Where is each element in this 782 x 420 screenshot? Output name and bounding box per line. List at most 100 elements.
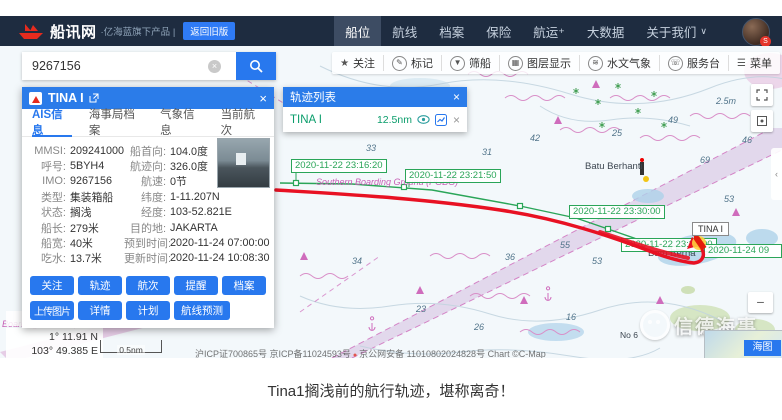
funnel-icon: ▼ [450, 56, 465, 71]
mmsi-value: 209241000 [70, 145, 124, 157]
map-attribution: 沪ICP证700865号 京ICP备11024593号●京公网安备 110108… [195, 347, 546, 358]
route-forecast-button[interactable]: 航线预测 [174, 301, 230, 320]
nav-item-shipping-plus[interactable]: 航运⁺ [522, 16, 576, 46]
longitude-readout: 103° 49.385 E [6, 344, 98, 358]
toolbar-menu[interactable]: ☰菜单 [728, 55, 780, 71]
destination-value: JAKARTA [170, 222, 218, 234]
map-controls [751, 84, 773, 132]
close-icon[interactable]: × [453, 90, 460, 104]
popup-actions-row2: 上传图片 详情 计划 航线预测 [22, 301, 274, 328]
search-icon [249, 59, 264, 74]
image-caption: Tina1搁浅前的航行轨迹，堪称离奇！ [0, 358, 782, 401]
draft-value: 13.7米 [70, 250, 102, 266]
toolbar-weather[interactable]: ≋水文气象 [579, 55, 659, 71]
course-value: 326.0度 [170, 158, 208, 174]
waves-icon: ≋ [588, 56, 603, 71]
external-link-icon[interactable] [89, 93, 99, 103]
popup-actions-row1: 关注 轨迹 航次 提醒 档案 [22, 276, 274, 295]
plan-button[interactable]: 计划 [126, 301, 170, 320]
toolbar-mark[interactable]: ✎标记 [383, 55, 441, 71]
tab-ais-info[interactable]: AIS信息 [32, 108, 72, 137]
frame-icon [756, 115, 768, 127]
map-canvas[interactable]: Batu Berhanti Batu Berha Southern Boardi… [0, 46, 782, 358]
tab-weather-info[interactable]: 气象信息 [160, 108, 203, 137]
visibility-eye-icon[interactable] [417, 115, 430, 124]
track-list-panel: 轨迹列表 × TINA I 12.5nm × [283, 87, 467, 132]
track-button[interactable]: 轨迹 [78, 276, 122, 295]
nav-item-insurance[interactable]: 保险 [475, 16, 522, 46]
collapse-icon: ‹ [775, 169, 778, 179]
popup-tabs: AIS信息 海事局档案 气象信息 当前航次 [22, 109, 274, 137]
search-input[interactable] [22, 52, 236, 80]
frame-select-button[interactable] [751, 110, 773, 132]
zoom-out-button[interactable]: − [748, 292, 773, 313]
layers-icon: ▦ [508, 56, 523, 71]
brand-logo-icon [18, 23, 44, 40]
chart-mode-button[interactable]: 海图 [744, 340, 781, 356]
close-icon[interactable]: × [259, 92, 267, 105]
latitude-readout: 1° 11.91 N [6, 330, 98, 344]
beam-value: 40米 [70, 235, 93, 251]
status-value: 搁浅 [70, 204, 92, 220]
toolbar-follow[interactable]: ★关注 [332, 55, 383, 71]
remind-button[interactable]: 提醒 [174, 276, 218, 295]
longitude-value: 103-52.821E [170, 206, 232, 218]
brand-name: 船讯网 [50, 21, 97, 42]
voyage-button[interactable]: 航次 [126, 276, 170, 295]
user-avatar[interactable]: S [742, 18, 770, 46]
update-time-value: 2020-11-24 10:08:30 [170, 252, 269, 264]
callsign-value: 5BYH4 [70, 160, 104, 172]
track-annotation-red [276, 190, 703, 263]
ship-type-value: 集装箱船 [70, 189, 113, 205]
imo-value: 9267156 [70, 175, 112, 187]
nav-item-archives[interactable]: 档案 [428, 16, 475, 46]
search-button[interactable] [236, 52, 276, 80]
map-toolbar: ★关注 ✎标记 ▼筛船 ▦图层显示 ≋水文气象 ☏服务台 ☰菜单 [332, 52, 780, 74]
fullscreen-icon [756, 89, 768, 101]
toolbar-layers[interactable]: ▦图层显示 [499, 55, 579, 71]
follow-button[interactable]: 关注 [30, 276, 74, 295]
chevron-down-icon: ∨ [700, 26, 707, 37]
main-nav: 船位 航线 档案 保险 航运⁺ 大数据 关于我们∨ [334, 16, 718, 46]
eta-value: 2020-11-24 07:00:00 [170, 237, 269, 249]
archive-button[interactable]: 档案 [222, 276, 266, 295]
nav-item-routes[interactable]: 航线 [381, 16, 428, 46]
speed-value: 0节 [170, 173, 187, 189]
back-to-old-version-button[interactable]: 返回旧版 [183, 22, 235, 40]
track-distance: 12.5nm [377, 114, 412, 126]
phone-icon: ☏ [668, 56, 683, 71]
heading-value: 104.0度 [170, 143, 208, 159]
brand[interactable]: 船讯网 ·亿海蓝旗下产品 | 返回旧版 [18, 21, 235, 42]
track-list-title: 轨迹列表 [290, 89, 336, 105]
search-bar: × [22, 52, 276, 80]
security-badge-icon: ● [353, 352, 357, 358]
latitude-value: 1-11.207N [170, 191, 220, 203]
details-button[interactable]: 详情 [78, 301, 122, 320]
nav-item-big-data[interactable]: 大数据 [576, 16, 636, 46]
track-list-header: 轨迹列表 × [283, 87, 467, 107]
tab-msa-archive[interactable]: 海事局档案 [89, 108, 143, 137]
collapse-panel-handle[interactable]: ‹ [771, 148, 782, 200]
map-scale-bar: 0.5nm [100, 340, 162, 353]
watermark-logo-icon [640, 310, 670, 340]
page: 船讯网 ·亿海蓝旗下产品 | 返回旧版 船位 航线 档案 保险 航运⁺ 大数据 … [0, 0, 782, 420]
pencil-icon: ✎ [392, 56, 407, 71]
nav-item-about-us[interactable]: 关于我们∨ [635, 16, 718, 46]
caption-area: Tina1搁浅前的航行轨迹，堪称离奇！ [0, 358, 782, 420]
remove-track-icon[interactable]: × [453, 113, 460, 127]
speed-chart-icon[interactable] [435, 114, 447, 126]
ship-name-title: TINA I [48, 91, 84, 105]
track-list-item[interactable]: TINA I 12.5nm × [283, 107, 467, 132]
toolbar-filter-ships[interactable]: ▼筛船 [441, 55, 499, 71]
track-ship-name: TINA I [290, 114, 322, 126]
vessel-map-label[interactable]: TINA I [692, 222, 729, 236]
toolbar-service-desk[interactable]: ☏服务台 [659, 55, 728, 71]
clear-search-icon[interactable]: × [208, 60, 221, 73]
ship-photo[interactable] [217, 138, 270, 188]
minus-icon: − [756, 294, 764, 310]
fullscreen-button[interactable] [751, 84, 773, 106]
tab-current-voyage[interactable]: 当前航次 [221, 108, 264, 137]
cursor-coordinates: 1° 11.91 N 103° 49.385 E [6, 328, 103, 358]
upload-photo-button[interactable]: 上传图片 [30, 301, 74, 320]
nav-item-ship-position[interactable]: 船位 [334, 16, 381, 46]
